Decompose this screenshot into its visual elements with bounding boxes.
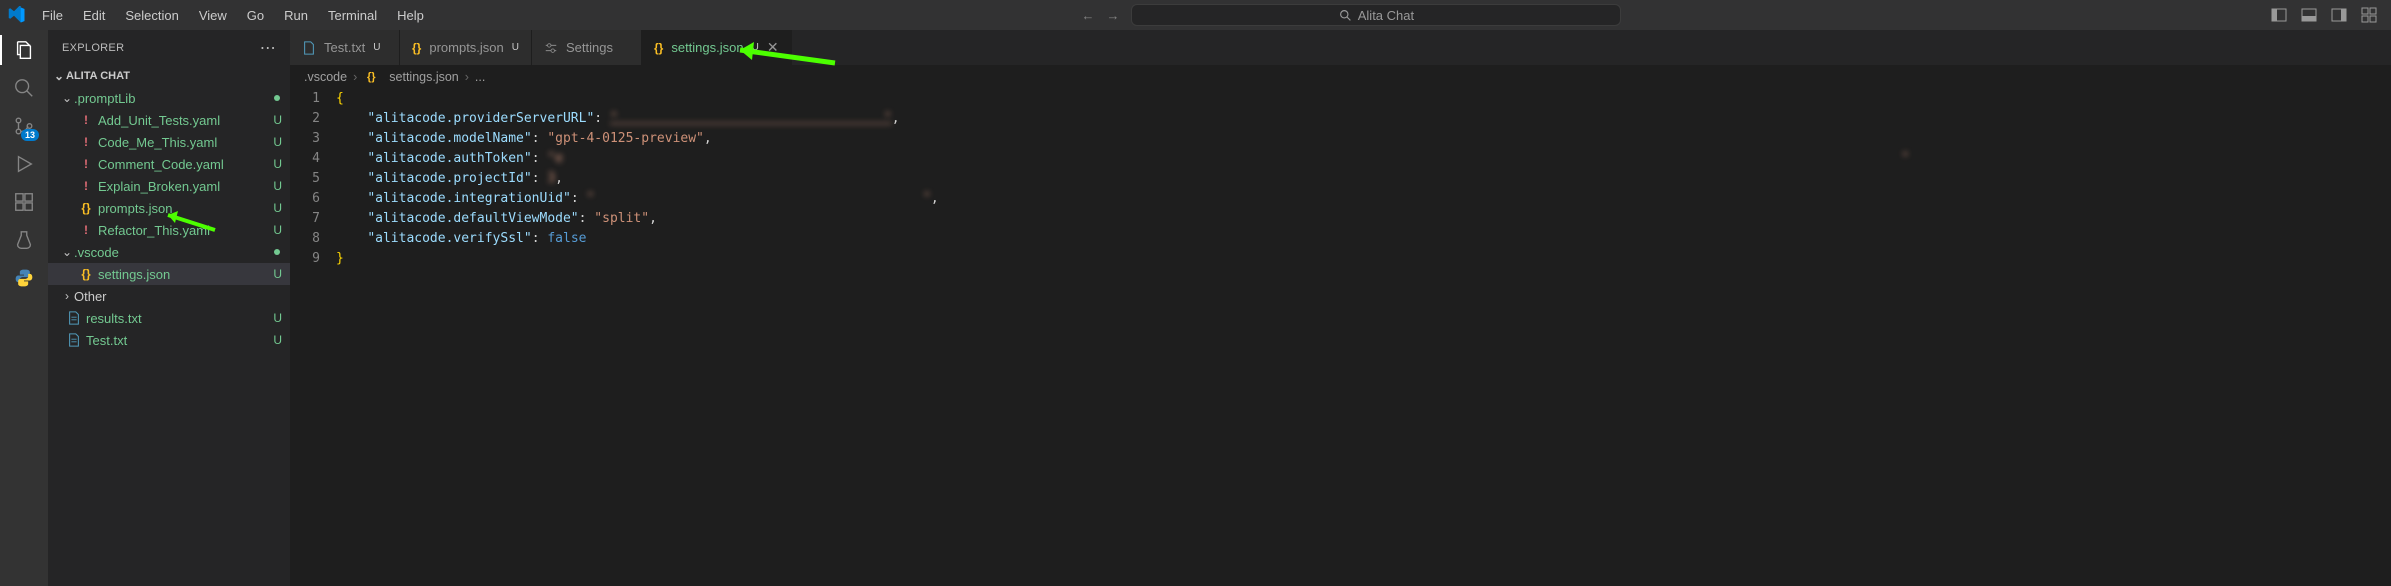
yaml-file-icon: ! [78,157,94,171]
file-results[interactable]: results.txt U [48,307,290,329]
file-label: prompts.json [98,201,172,216]
menu-run[interactable]: Run [276,0,316,30]
breadcrumb[interactable]: .vscode › {} settings.json › ... [290,65,2391,89]
activity-bar: 13 [0,30,48,586]
file-label: Refactor_This.yaml [98,223,210,238]
code-content[interactable]: { "alitacode.providerServerURL": " ", "a… [336,89,2391,586]
json-file-icon: {} [363,71,379,83]
activity-explorer-icon[interactable] [12,38,36,62]
breadcrumb-folder[interactable]: .vscode [304,70,347,84]
json-file-icon: {} [412,41,421,55]
chevron-right-icon: › [465,70,469,84]
menu-help[interactable]: Help [389,0,432,30]
file-label: results.txt [86,311,142,326]
folder-vscode[interactable]: ⌄ .vscode [48,241,290,263]
yaml-file-icon: ! [78,223,94,237]
vscode-logo-icon [8,6,26,24]
text-file-icon [302,41,316,55]
explorer-sidebar: EXPLORER ⋯ ⌄ ALITA CHAT ⌄ .promptLib ! A… [48,30,290,586]
text-file-icon [66,311,82,325]
layout-toggle-bottom-icon[interactable] [2301,7,2317,23]
activity-testing-icon[interactable] [12,228,36,252]
scm-badge: 13 [21,129,39,141]
menu-edit[interactable]: Edit [75,0,113,30]
search-icon [1339,9,1352,22]
menu-go[interactable]: Go [239,0,272,30]
json-file-icon: {} [78,201,94,215]
tab-label: prompts.json [429,40,503,55]
tab-mod-indicator: U [752,42,759,53]
folder-promptlib[interactable]: ⌄ .promptLib [48,87,290,109]
json-file-icon: {} [654,41,663,55]
activity-search-icon[interactable] [12,76,36,100]
editor-tabs: Test.txt U {} prompts.json U Settings {}… [290,30,2391,65]
menu-terminal[interactable]: Terminal [320,0,385,30]
file-explain[interactable]: ! Explain_Broken.yaml U [48,175,290,197]
nav-back-icon[interactable]: ← [1081,8,1094,23]
tab-test-txt[interactable]: Test.txt U [290,30,400,65]
search-placeholder: Alita Chat [1358,8,1414,23]
command-search-input[interactable]: Alita Chat [1131,4,1621,26]
layout-customize-icon[interactable] [2361,7,2377,23]
file-label: Add_Unit_Tests.yaml [98,113,220,128]
chevron-right-icon: › [353,70,357,84]
activity-python-icon[interactable] [12,266,36,290]
menu-selection[interactable]: Selection [117,0,186,30]
file-label: Test.txt [86,333,127,348]
tab-settings-ui[interactable]: Settings [532,30,642,65]
file-refactor[interactable]: ! Refactor_This.yaml U [48,219,290,241]
nav-forward-icon[interactable]: → [1106,8,1119,23]
tree-root-label: ALITA CHAT [66,70,130,82]
yaml-file-icon: ! [78,113,94,127]
tab-mod-indicator: U [373,42,380,53]
sidebar-title: EXPLORER [62,42,124,54]
file-label: Explain_Broken.yaml [98,179,220,194]
settings-icon [544,41,558,55]
file-comment[interactable]: ! Comment_Code.yaml U [48,153,290,175]
text-file-icon [66,333,82,347]
yaml-file-icon: ! [78,135,94,149]
file-test[interactable]: Test.txt U [48,329,290,351]
breadcrumb-more[interactable]: ... [475,70,485,84]
yaml-file-icon: ! [78,179,94,193]
activity-run-debug-icon[interactable] [12,152,36,176]
folder-label: .promptLib [74,91,135,106]
tab-label: Test.txt [324,40,365,55]
tab-close-icon[interactable]: ✕ [767,39,779,56]
file-prompts[interactable]: {} prompts.json U [48,197,290,219]
activity-extensions-icon[interactable] [12,190,36,214]
code-editor[interactable]: 123456789 { "alitacode.providerServerURL… [290,89,2391,586]
json-file-icon: {} [78,267,94,281]
sidebar-more-icon[interactable]: ⋯ [260,38,276,58]
breadcrumb-file[interactable]: settings.json [389,70,458,84]
layout-toggle-right-icon[interactable] [2331,7,2347,23]
tab-prompts-json[interactable]: {} prompts.json U [400,30,532,65]
tab-settings-json[interactable]: {} settings.json U ✕ [642,30,792,65]
activity-scm-icon[interactable]: 13 [12,114,36,138]
folder-label: .vscode [74,245,119,260]
tree-root[interactable]: ⌄ ALITA CHAT [48,65,290,87]
tab-mod-indicator: U [512,42,519,53]
layout-toggle-left-icon[interactable] [2271,7,2287,23]
title-bar: File Edit Selection View Go Run Terminal… [0,0,2391,30]
line-gutter: 123456789 [290,89,336,586]
folder-label: Other [74,289,107,304]
menu-view[interactable]: View [191,0,235,30]
file-add-unit[interactable]: ! Add_Unit_Tests.yaml U [48,109,290,131]
file-label: settings.json [98,267,170,282]
tab-label: settings.json [671,40,743,55]
folder-other[interactable]: › Other [48,285,290,307]
file-label: Code_Me_This.yaml [98,135,217,150]
editor-area: Test.txt U {} prompts.json U Settings {}… [290,30,2391,586]
menu-file[interactable]: File [34,0,71,30]
file-code-me[interactable]: ! Code_Me_This.yaml U [48,131,290,153]
file-settings[interactable]: {} settings.json U [48,263,290,285]
file-label: Comment_Code.yaml [98,157,224,172]
tab-label: Settings [566,40,613,55]
